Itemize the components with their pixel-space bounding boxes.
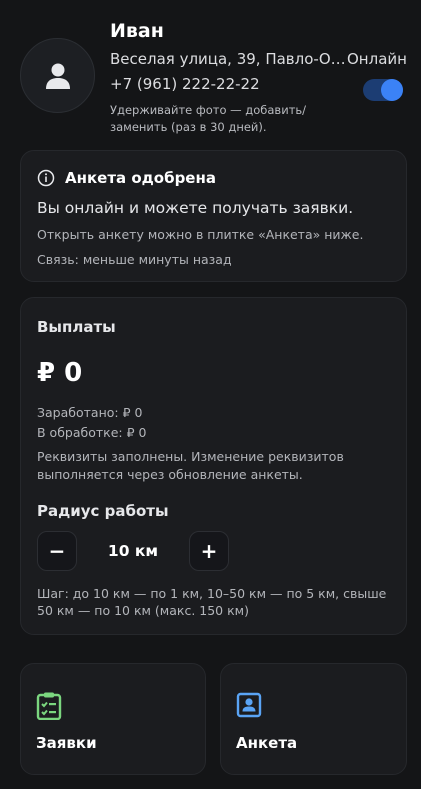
earned-amount: Заработано: ₽ 0	[37, 405, 143, 420]
user-icon	[45, 63, 70, 89]
radius-increase-button[interactable]: +	[189, 531, 229, 571]
tile-requests[interactable]: Заявки	[20, 663, 206, 775]
radius-title: Радиус работы	[37, 502, 169, 520]
id-card-icon	[236, 692, 262, 722]
photo-hint: Удерживайте фото — добавить/заменить (ра…	[110, 103, 307, 134]
clipboard-list-icon	[36, 692, 62, 724]
info-icon	[37, 169, 55, 187]
online-label: Онлайн	[347, 50, 407, 68]
avatar[interactable]	[20, 38, 95, 113]
radius-step-hint: Шаг: до 10 км — по 1 км, 10–50 км — по 5…	[37, 586, 387, 618]
tile-profile[interactable]: Анкета	[220, 663, 407, 775]
status-title: Анкета одобрена	[65, 169, 216, 187]
processing-amount: В обработке: ₽ 0	[37, 425, 147, 440]
payouts-title: Выплаты	[37, 318, 116, 336]
status-hint: Открыть анкету можно в плитке «Анкета» н…	[37, 227, 364, 242]
online-toggle-knob	[381, 79, 403, 101]
status-header: Анкета одобрена	[37, 169, 216, 187]
profile-address: Веселая улица, 39, Павло-Оружейный переу…	[110, 50, 348, 68]
radius-value: 10 км	[107, 542, 159, 560]
payouts-card: Выплаты ₽ 0 Заработано: ₽ 0 В обработке:…	[20, 297, 407, 635]
payout-amount: ₽ 0	[37, 358, 83, 388]
connection-status: Связь: меньше минуты назад	[37, 252, 232, 267]
payout-details-note: Реквизиты заполнены. Изменение реквизито…	[37, 449, 344, 482]
radius-decrease-button[interactable]: −	[37, 531, 77, 571]
status-card: Анкета одобрена Вы онлайн и можете получ…	[20, 150, 407, 282]
profile-phone: +7 (961) 222-22-22	[110, 75, 260, 93]
online-toggle[interactable]	[363, 79, 403, 101]
status-message: Вы онлайн и можете получать заявки.	[37, 199, 354, 217]
profile-header: Иван Веселая улица, 39, Павло-Оружейный …	[0, 0, 421, 145]
tile-profile-label: Анкета	[236, 734, 298, 752]
profile-name: Иван	[110, 20, 164, 42]
tile-requests-label: Заявки	[36, 734, 97, 752]
